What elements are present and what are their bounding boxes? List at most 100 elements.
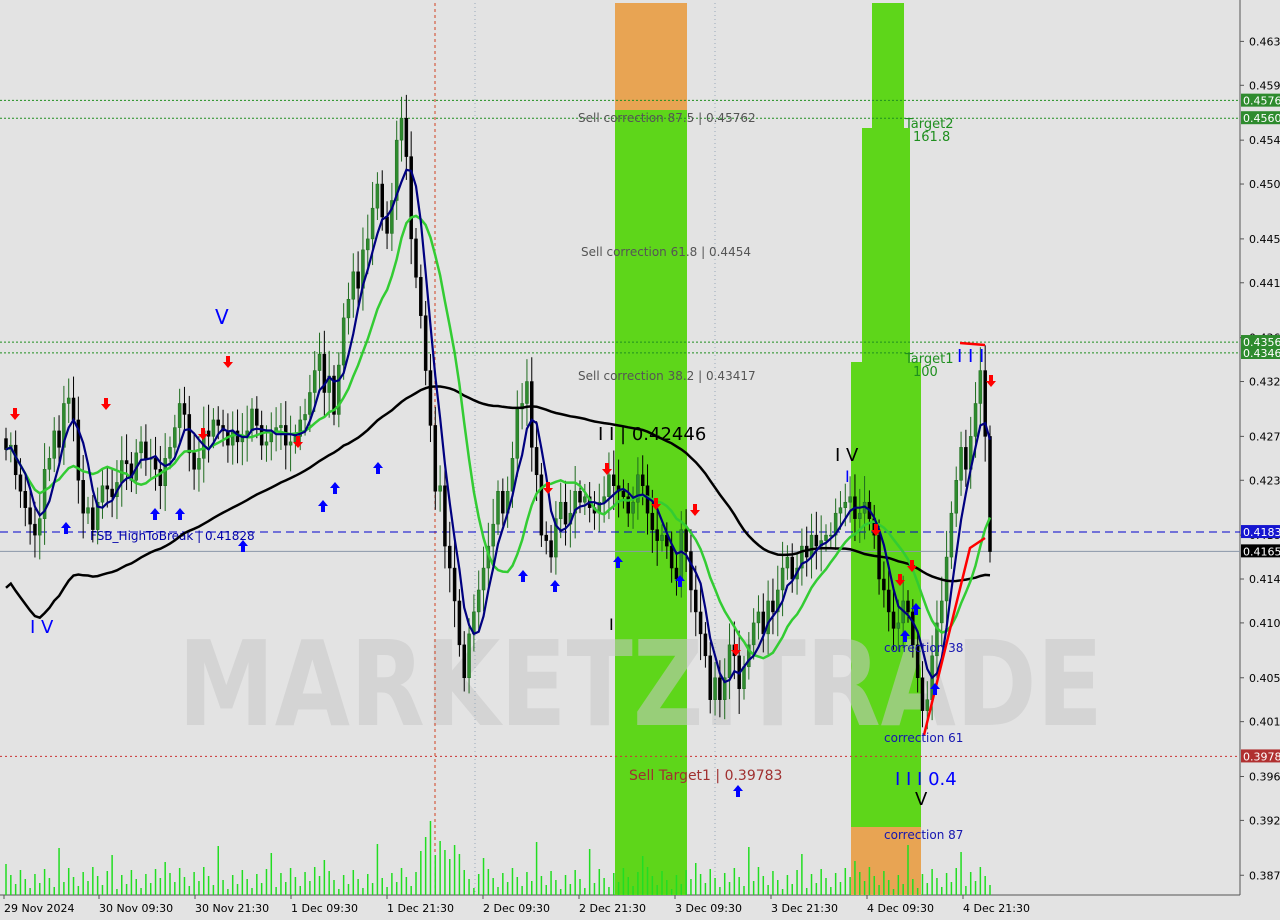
candle-body: [139, 441, 143, 454]
candle-body: [28, 507, 32, 525]
candle-body: [959, 447, 963, 481]
candle-body: [409, 156, 413, 240]
candle-body: [81, 480, 85, 514]
target-zone-top: [872, 3, 904, 128]
candle-body: [612, 474, 616, 487]
level-label: Sell correction 61.8 | 0.4454: [581, 245, 751, 259]
candle-body: [462, 644, 466, 679]
candle-body: [669, 545, 674, 569]
candle-body: [843, 501, 848, 508]
candle-body: [530, 381, 534, 448]
price-tick-label: 0.405: [1249, 672, 1280, 685]
time-tick-label: 30 Nov 09:30: [99, 902, 173, 915]
candle-body: [650, 512, 655, 530]
price-tick-label: 0.459: [1249, 79, 1280, 92]
candle-body: [896, 622, 901, 629]
candle-body: [467, 633, 471, 679]
price-chart[interactable]: MARKETZITRADE Sell correction 87.5 | 0.45…: [0, 0, 1280, 920]
price-tick-label: 0.423: [1249, 474, 1280, 487]
price-tick-label: 0.450: [1249, 178, 1280, 191]
correction-label: correction 87: [884, 828, 963, 842]
time-tick-label: 2 Dec 21:30: [579, 902, 646, 915]
candle-body: [578, 490, 582, 503]
price-tag-label: 0.3978: [1243, 750, 1280, 763]
price-tag-label: 0.4183: [1243, 526, 1280, 539]
wave-label: V: [215, 305, 229, 329]
wave-label: I I I 0.4: [895, 769, 957, 790]
candle-body: [988, 436, 992, 552]
wave-label: I V: [835, 445, 859, 466]
candle-body: [790, 556, 794, 580]
candle-body: [694, 589, 698, 613]
candle-body: [38, 518, 42, 536]
candle-body: [23, 490, 28, 508]
candle-body: [57, 430, 61, 448]
candle-body: [824, 534, 828, 541]
candle-body: [211, 419, 216, 437]
candle-body: [544, 534, 548, 541]
candle-body: [187, 414, 192, 454]
candle-body: [549, 540, 553, 558]
candle-body: [457, 600, 462, 646]
candle-body: [771, 600, 775, 613]
price-tick-label: 0.392: [1249, 814, 1280, 827]
candle-body: [100, 485, 105, 503]
wave-label: I I | 0.42446: [598, 424, 706, 445]
candle-body: [501, 490, 505, 514]
price-tick-label: 0.463: [1249, 35, 1280, 48]
candle-body: [920, 677, 925, 711]
candle-body: [385, 216, 389, 234]
candle-body: [964, 447, 968, 470]
candle-body: [838, 507, 843, 514]
candle-body: [674, 567, 679, 580]
candle-body: [925, 699, 930, 711]
candle-body: [86, 507, 90, 514]
candle-body: [182, 403, 187, 415]
candle-body: [973, 403, 978, 437]
candle-body: [718, 677, 722, 700]
candle-body: [375, 183, 380, 209]
candle-body: [216, 419, 220, 426]
candle-body: [476, 589, 481, 613]
candle-body: [558, 501, 563, 519]
candle-body: [858, 512, 862, 519]
candle-body: [438, 485, 442, 492]
level-label: Sell Target1 | 0.39783: [629, 768, 782, 784]
target-label-value: 161.8: [913, 130, 950, 145]
time-tick-label: 3 Dec 09:30: [675, 902, 742, 915]
time-tick-label: 4 Dec 09:30: [867, 902, 934, 915]
candle-body: [404, 117, 409, 157]
candle-body: [708, 655, 712, 700]
candle-body: [18, 474, 23, 492]
candle-body: [206, 430, 211, 437]
candle-body: [173, 427, 177, 448]
candle-body: [250, 408, 254, 432]
candle-body: [655, 529, 659, 541]
candle-body: [380, 183, 384, 218]
candle-body: [891, 611, 896, 629]
candle-body: [756, 611, 761, 624]
candle-body: [399, 117, 404, 141]
candle-body: [124, 460, 129, 465]
candle-body: [660, 534, 664, 541]
candle-body: [428, 370, 433, 426]
price-tick-label: 0.401: [1249, 716, 1280, 729]
candle-body: [713, 677, 717, 700]
candle-body: [780, 567, 785, 591]
candle-body: [105, 485, 110, 490]
price-tick-label: 0.441: [1249, 277, 1280, 290]
candle-body: [751, 622, 756, 646]
price-tag-label: 0.4165: [1243, 545, 1280, 558]
candle-body: [882, 578, 886, 591]
candle-body: [949, 512, 954, 558]
time-tick-label: 1 Dec 21:30: [387, 902, 454, 915]
candle-body: [481, 567, 486, 591]
candle-body: [91, 507, 95, 530]
candle-body: [255, 408, 259, 426]
candle-body: [452, 567, 457, 602]
candle-body: [886, 589, 891, 613]
price-tag-label: 0.4560: [1243, 112, 1280, 125]
correction-label: correction 38: [884, 641, 963, 655]
sell-zone-top: [615, 3, 687, 110]
candle-body: [288, 441, 293, 446]
